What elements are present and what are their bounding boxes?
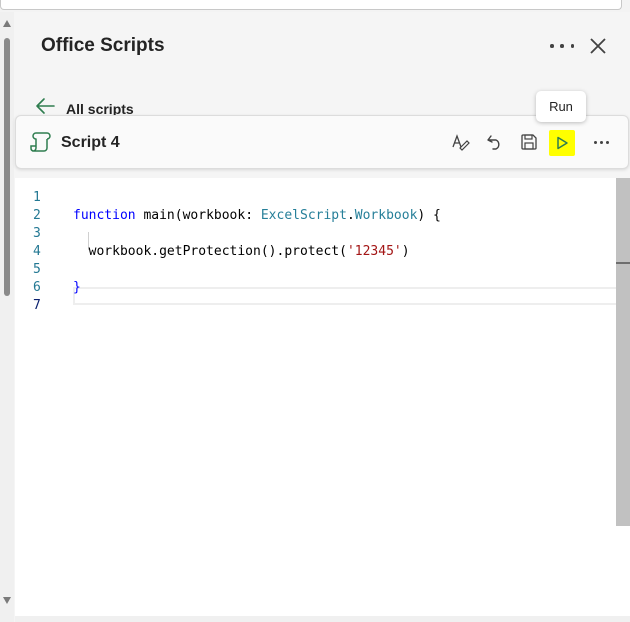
line-number: 2: [33, 208, 41, 223]
undo-icon[interactable]: [484, 131, 506, 153]
formula-bar-edge: [0, 0, 622, 10]
code-token: function: [73, 208, 136, 223]
back-arrow-icon[interactable]: [34, 95, 56, 117]
code-token: main(workbook:: [135, 208, 261, 223]
line-number: 3: [33, 226, 41, 241]
code-token: }: [73, 280, 81, 295]
pane-bottom-edge: [15, 616, 630, 622]
script-icon: [30, 130, 52, 154]
code-text: function main(workbook: ExcelScript.Work…: [73, 207, 441, 225]
run-button[interactable]: [549, 130, 575, 156]
line-number: 1: [33, 190, 41, 205]
code-text: workbook.getProtection().protect('12345'…: [73, 243, 410, 261]
code-token: '12345': [346, 244, 402, 259]
code-text: }: [73, 279, 81, 297]
code-line[interactable]: 6}: [15, 279, 615, 297]
code-token: ): [401, 244, 410, 259]
close-icon[interactable]: [588, 36, 608, 56]
line-number: 4: [33, 244, 41, 259]
scroll-down-arrow-icon[interactable]: [3, 597, 11, 604]
code-token: ) {: [417, 208, 441, 223]
run-tooltip: Run: [536, 91, 586, 122]
code-token: ExcelScript: [260, 208, 347, 223]
save-icon[interactable]: [518, 131, 540, 153]
code-line[interactable]: 4 workbook.getProtection().protect('1234…: [15, 243, 615, 261]
scrollbar-thumb[interactable]: [4, 38, 10, 296]
code-line[interactable]: 1: [15, 189, 615, 207]
code-line[interactable]: 3: [15, 225, 615, 243]
code-editor[interactable]: 1 2 function main(workbook: ExcelScript.Wo…: [15, 178, 630, 616]
code-token: Workbook: [354, 208, 418, 223]
line-number: 5: [33, 262, 41, 277]
scrollbar-position-marker: [616, 262, 630, 264]
pane-title: Office Scripts: [41, 35, 165, 56]
scroll-up-arrow-icon[interactable]: [3, 20, 11, 27]
code-line[interactable]: 7: [15, 297, 615, 315]
spellcheck-icon[interactable]: [450, 131, 472, 153]
page-scrollbar[interactable]: [0, 12, 14, 622]
script-name[interactable]: Script 4: [61, 134, 120, 152]
line-number: 7: [33, 298, 41, 313]
code-line[interactable]: 2 function main(workbook: ExcelScript.Wor…: [15, 207, 615, 225]
code-token: workbook.getProtection().protect(: [73, 244, 347, 259]
code-line[interactable]: 5: [15, 261, 615, 279]
code-token: .: [346, 208, 355, 223]
editor-scrollbar[interactable]: [616, 178, 630, 526]
script-more-options-icon[interactable]: [590, 131, 612, 153]
top-bar: [0, 0, 630, 12]
pane-more-options-icon[interactable]: [550, 40, 574, 52]
line-number: 6: [33, 280, 41, 295]
script-header-card: Script 4: [15, 115, 629, 169]
play-icon: [557, 136, 568, 150]
office-scripts-pane: Office Scripts All scripts Script 4 Run …: [14, 12, 630, 622]
